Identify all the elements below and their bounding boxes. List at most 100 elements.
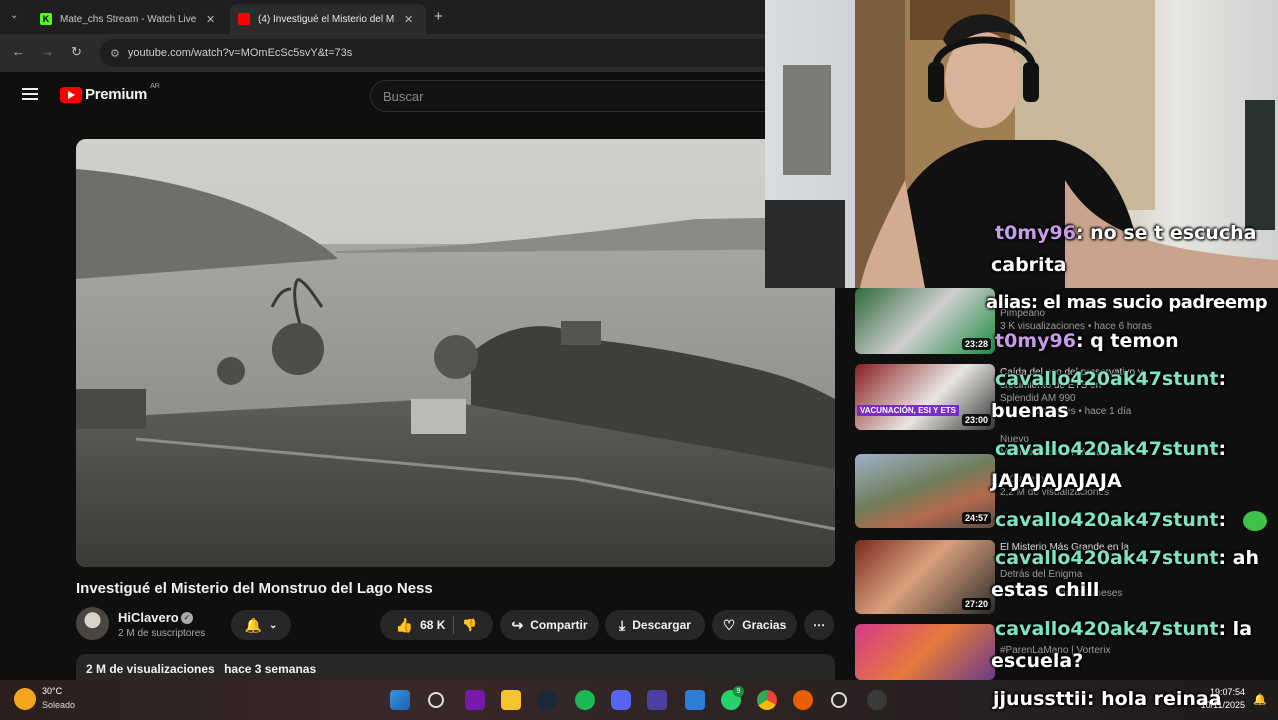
chat-text: :	[1218, 509, 1227, 531]
chat-message: cavallo420ak47stunt:	[995, 509, 1267, 531]
weather-temperature[interactable]: 30°C	[42, 686, 62, 696]
recommendation-thumbnail[interactable]: VACUNACIÓN, ESI Y ETS 23:00	[855, 364, 995, 430]
notification-bell-icon[interactable]: 🔔	[1253, 693, 1267, 706]
thumbs-down-icon[interactable]: 👎	[462, 618, 477, 632]
verified-badge-icon: ✓	[181, 612, 193, 624]
video-player[interactable]	[76, 139, 835, 567]
share-label: Compartir	[530, 618, 588, 632]
video-duration: 23:00	[961, 414, 991, 426]
thanks-button[interactable]: ♡ Gracias	[712, 610, 797, 640]
hamburger-menu-icon[interactable]	[22, 88, 38, 100]
chat-text: cabrita	[991, 254, 1067, 276]
youtube-play-icon	[60, 86, 82, 103]
recommendation-thumbnail[interactable]: 23:28	[855, 288, 995, 354]
url-field[interactable]: ⚙ youtube.com/watch?v=MOmEcSc5svY&t=73s	[100, 39, 765, 67]
tab-title: (4) Investigué el Misterio del M	[258, 13, 395, 25]
kick-icon: K	[40, 13, 52, 25]
youtube-icon	[238, 13, 250, 25]
channel-avatar[interactable]	[76, 607, 109, 640]
weather-condition[interactable]: Soleado	[42, 700, 75, 710]
search-input[interactable]: Buscar	[370, 80, 765, 112]
logo-text: Premium	[85, 86, 148, 103]
chat-message: cavallo420ak47stunt: la	[995, 618, 1252, 640]
chat-username: cavallo420ak47stunt	[995, 618, 1219, 640]
chat-text: : la	[1218, 618, 1253, 640]
chat-text: escuela?	[991, 650, 1084, 672]
spotify-icon[interactable]	[575, 690, 595, 710]
browser-tab-bar: ⌄ K Mate_chs Stream - Watch Live ✕ (4) I…	[0, 0, 765, 34]
thumbs-up-icon[interactable]: 👍	[396, 617, 413, 634]
site-info-icon[interactable]: ⚙	[110, 47, 120, 60]
tab-search-icon[interactable]: ⌄	[10, 10, 18, 21]
notification-bell-button[interactable]: 🔔 ⌄	[231, 610, 291, 640]
thumbnail-caption: VACUNACIÓN, ESI Y ETS	[857, 405, 960, 416]
chat-message: estas chill	[991, 579, 1099, 601]
chat-username: cavallo420ak47stunt	[995, 368, 1219, 390]
forward-arrow-icon[interactable]: →	[41, 44, 54, 59]
reload-icon[interactable]: ↻	[71, 44, 82, 60]
onenote-icon[interactable]	[465, 690, 485, 710]
chat-text: : no se t escucha	[1075, 222, 1257, 244]
back-arrow-icon[interactable]: ←	[12, 44, 25, 59]
chat-message: jjuussttii: hola reinaa	[993, 688, 1222, 710]
view-count: 2 M de visualizaciones	[86, 662, 215, 676]
chat-text: :	[1218, 438, 1227, 460]
firefox-icon[interactable]	[793, 690, 813, 710]
chat-message: t0my96: q temon	[995, 330, 1179, 352]
chat-username: jjuussttii	[993, 688, 1087, 710]
webcam-overlay	[765, 0, 1278, 288]
recommendation-thumbnail[interactable]: 24:57	[855, 454, 995, 528]
share-button[interactable]: ↪ Compartir	[500, 610, 599, 640]
channel-name[interactable]: HiClavero	[118, 610, 179, 625]
close-icon[interactable]: ✕	[206, 13, 215, 26]
file-explorer-icon[interactable]	[501, 690, 521, 710]
tab-title: Mate_chs Stream - Watch Live	[60, 13, 197, 25]
clock-date[interactable]: 10/11/2025	[1200, 700, 1245, 710]
app-icon[interactable]	[867, 690, 887, 710]
chrome-icon[interactable]	[757, 690, 777, 710]
emote-icon	[1242, 510, 1267, 531]
new-tab-button[interactable]: +	[434, 8, 443, 25]
vscode-icon[interactable]	[685, 690, 705, 710]
recommendation-thumbnail[interactable]	[855, 624, 995, 680]
video-duration: 27:20	[961, 598, 991, 610]
weather-sun-icon[interactable]	[14, 688, 36, 710]
youtube-logo[interactable]: Premium AR	[60, 83, 160, 103]
clock-time[interactable]: 19:07:54	[1200, 687, 1245, 697]
notification-badge: 9	[733, 686, 744, 697]
tab-youtube-video[interactable]: (4) Investigué el Misterio del M ✕	[230, 4, 426, 34]
more-icon: ⋯	[813, 618, 825, 632]
recommendation-thumbnail[interactable]: 27:20	[855, 540, 995, 614]
close-icon[interactable]: ✕	[404, 13, 413, 26]
chevron-down-icon: ⌄	[269, 619, 278, 631]
chat-message: cabrita	[991, 254, 1066, 276]
chat-message: cavallo420ak47stunt: ah	[995, 547, 1259, 569]
video-title: Investigué el Misterio del Monstruo del …	[76, 580, 433, 597]
search-placeholder: Buscar	[383, 88, 424, 104]
chat-message: t0my96: no se t escucha	[995, 222, 1256, 244]
video-duration: 24:57	[961, 512, 991, 524]
thanks-label: Gracias	[742, 618, 787, 632]
discord-icon[interactable]	[611, 690, 631, 710]
chat-text: estas chill	[991, 579, 1100, 601]
tab-mate-stream[interactable]: K Mate_chs Stream - Watch Live ✕	[32, 4, 228, 34]
like-count[interactable]: 68 K	[420, 618, 445, 632]
video-duration: 23:28	[961, 338, 991, 350]
search-icon[interactable]	[428, 692, 444, 708]
chat-text: buenas	[991, 400, 1069, 422]
chat-username: cavallo420ak47stunt	[995, 438, 1219, 460]
chat-username: t0my96	[995, 222, 1076, 244]
windows-start-icon[interactable]	[390, 690, 410, 710]
subscriber-count: 2 M de suscriptores	[118, 628, 206, 639]
download-label: Descargar	[632, 618, 691, 632]
obs-icon[interactable]	[831, 692, 847, 708]
chat-text: : ah	[1218, 547, 1260, 569]
steam-icon[interactable]	[537, 690, 557, 710]
bell-icon: 🔔	[244, 616, 263, 633]
chat-message: JAJAJAJAJAJA	[991, 470, 1122, 492]
more-actions-button[interactable]: ⋯	[804, 610, 834, 640]
chat-text: JAJAJAJAJAJA	[991, 470, 1122, 492]
app-icon[interactable]	[647, 690, 667, 710]
download-button[interactable]: ⤓ Descargar	[605, 610, 705, 640]
upload-date: hace 3 semanas	[224, 662, 317, 676]
